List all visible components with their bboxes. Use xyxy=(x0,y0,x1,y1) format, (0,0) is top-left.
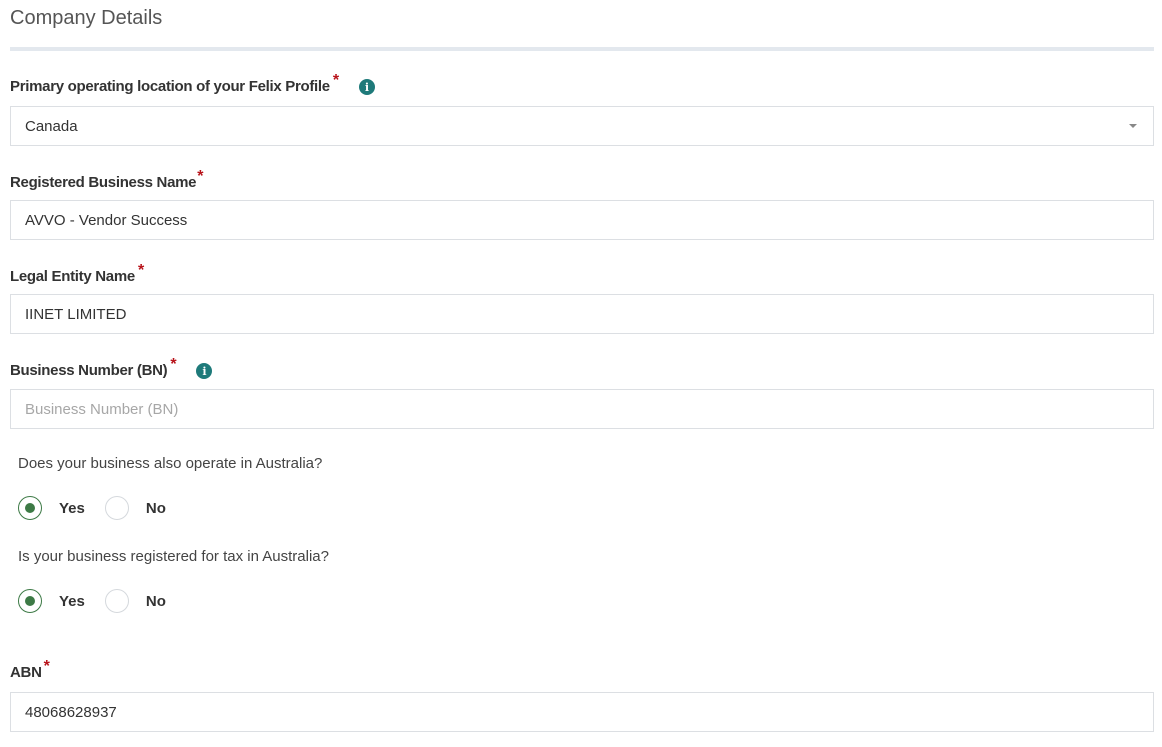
required-asterisk: * xyxy=(137,262,144,279)
required-asterisk: * xyxy=(332,72,339,89)
operate-australia-no-label[interactable]: No xyxy=(146,500,166,517)
location-select[interactable]: Canada xyxy=(10,106,1154,146)
abn-input[interactable] xyxy=(10,692,1154,732)
tax-australia-question: Is your business registered for tax in A… xyxy=(18,548,329,565)
business-number-input[interactable] xyxy=(10,389,1154,429)
business-name-label: Registered Business Name * xyxy=(10,168,203,192)
tax-australia-no-label[interactable]: No xyxy=(146,593,166,610)
chevron-down-icon xyxy=(1129,124,1137,128)
operate-australia-radio-group: Yes No xyxy=(18,496,186,520)
section-divider xyxy=(10,47,1154,51)
business-number-label: Business Number (BN) * i xyxy=(10,356,213,380)
required-asterisk: * xyxy=(43,658,50,675)
tax-australia-yes-label[interactable]: Yes xyxy=(59,593,85,610)
location-label: Primary operating location of your Felix… xyxy=(10,72,375,96)
info-icon[interactable]: i xyxy=(358,79,375,95)
tax-australia-no-radio[interactable] xyxy=(104,589,129,613)
radio-selected-dot xyxy=(25,596,35,606)
operate-australia-no-radio[interactable] xyxy=(104,496,129,520)
legal-entity-input[interactable] xyxy=(10,294,1154,334)
required-asterisk: * xyxy=(197,168,204,185)
abn-label: ABN * xyxy=(10,658,50,682)
operate-australia-yes-label[interactable]: Yes xyxy=(59,500,85,517)
operate-australia-yes-radio[interactable] xyxy=(18,496,42,520)
business-name-input[interactable] xyxy=(10,200,1154,240)
radio-selected-dot xyxy=(25,503,35,513)
business-number-label-text: Business Number (BN) xyxy=(10,362,168,379)
legal-entity-label-text: Legal Entity Name xyxy=(10,268,135,285)
business-name-label-text: Registered Business Name xyxy=(10,174,197,191)
abn-label-text: ABN xyxy=(10,664,42,681)
tax-australia-radio-group: Yes No xyxy=(18,589,186,613)
operate-australia-question: Does your business also operate in Austr… xyxy=(18,455,323,472)
section-title: Company Details xyxy=(10,7,163,29)
info-icon[interactable]: i xyxy=(196,363,213,379)
location-selected-value: Canada xyxy=(25,117,78,135)
location-label-text: Primary operating location of your Felix… xyxy=(10,78,330,95)
required-asterisk: * xyxy=(170,356,177,373)
tax-australia-yes-radio[interactable] xyxy=(18,589,42,613)
legal-entity-label: Legal Entity Name * xyxy=(10,262,144,286)
